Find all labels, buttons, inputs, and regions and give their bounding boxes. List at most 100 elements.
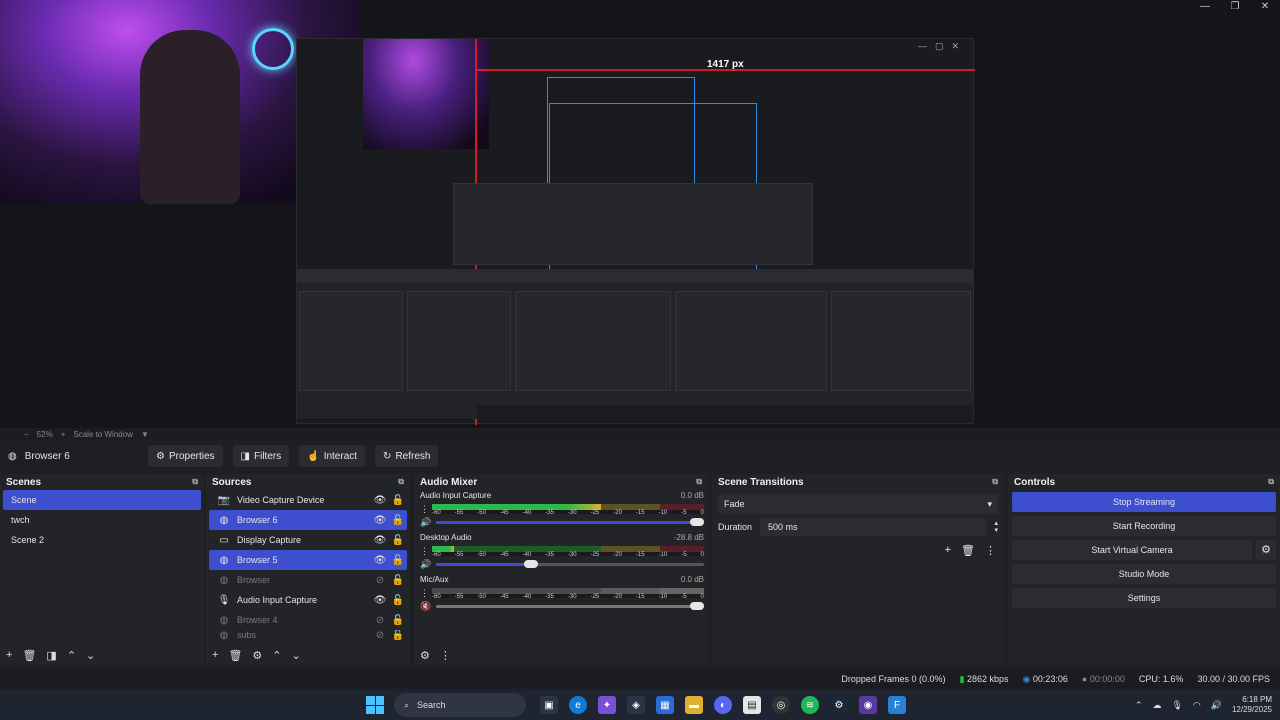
volume-slider[interactable]: [436, 517, 704, 526]
source-item[interactable]: ▭ Display Capture 👁 🔓: [209, 530, 407, 550]
stop-streaming-button[interactable]: Stop Streaming: [1012, 492, 1276, 512]
eye-hidden-icon[interactable]: ⊘: [371, 575, 389, 586]
scene-item[interactable]: Scene: [3, 490, 201, 510]
source-item[interactable]: ◍ Browser 5 👁 🔓: [209, 550, 407, 570]
trash-icon[interactable]: 🗑: [228, 649, 242, 662]
minimize-button[interactable]: —: [1190, 0, 1220, 14]
chevron-up-icon[interactable]: ⌃: [272, 649, 281, 662]
gear-icon[interactable]: ⚙: [1256, 540, 1276, 560]
steam-icon[interactable]: ⚙: [830, 696, 848, 714]
muted-speaker-icon[interactable]: 🔇: [420, 601, 431, 612]
transition-select[interactable]: Fade ▾: [718, 494, 998, 514]
source-item[interactable]: 📷 Video Capture Device 👁 🔓: [209, 490, 407, 510]
spinner-icon[interactable]: ▴ ▾: [994, 520, 998, 534]
scene-item[interactable]: twch: [3, 510, 201, 530]
lock-icon[interactable]: 🔓: [389, 615, 407, 626]
lock-icon[interactable]: 🔓: [389, 575, 407, 586]
filter-icon[interactable]: ◨: [46, 649, 56, 662]
interact-button[interactable]: ☝ Interact: [299, 445, 366, 467]
undock-icon[interactable]: ⧉: [696, 477, 702, 487]
undock-icon[interactable]: ⧉: [398, 477, 404, 487]
windows-start-icon[interactable]: [366, 696, 384, 714]
eye-hidden-icon[interactable]: ⊘: [371, 630, 389, 640]
zoom-dropdown-icon[interactable]: ▼: [141, 430, 149, 439]
kebab-icon[interactable]: ⋮: [985, 544, 996, 557]
lock-icon[interactable]: 🔓: [389, 595, 407, 606]
chevron-up-icon[interactable]: ⌃: [67, 649, 76, 662]
eye-hidden-icon[interactable]: ⊘: [371, 615, 389, 626]
add-icon[interactable]: +: [6, 649, 12, 662]
refresh-button[interactable]: ↻ Refresh: [375, 445, 439, 467]
trash-icon[interactable]: 🗑: [961, 544, 975, 557]
undock-icon[interactable]: ⧉: [192, 477, 198, 487]
cloud-icon[interactable]: ☁: [1152, 700, 1161, 711]
kebab-icon[interactable]: ⋮: [420, 588, 429, 599]
duration-input[interactable]: 500 ms: [760, 518, 987, 536]
undock-icon[interactable]: ⧉: [1268, 477, 1274, 487]
properties-button[interactable]: ⚙ Properties: [148, 445, 223, 467]
lock-icon[interactable]: 🔓: [389, 555, 407, 566]
slider-handle[interactable]: [690, 601, 704, 610]
eye-icon[interactable]: 👁: [371, 595, 389, 606]
store-icon[interactable]: ▦: [656, 696, 674, 714]
edge-icon[interactable]: e: [569, 696, 587, 714]
studio-mode-button[interactable]: Studio Mode: [1012, 564, 1276, 584]
task-view-icon[interactable]: ▣: [540, 696, 558, 714]
app-icon[interactable]: ◉: [859, 696, 877, 714]
eye-icon[interactable]: 👁: [371, 495, 389, 506]
eye-icon[interactable]: 👁: [371, 555, 389, 566]
notepad-icon[interactable]: ▤: [743, 696, 761, 714]
lock-icon[interactable]: 🔓: [389, 515, 407, 526]
slider-handle[interactable]: [523, 559, 538, 568]
zoom-mode[interactable]: Scale to Window: [73, 430, 133, 439]
source-item[interactable]: 🎙 Audio Input Capture 👁 🔓: [209, 590, 407, 610]
start-virtual-camera-button[interactable]: Start Virtual Camera: [1012, 540, 1252, 560]
gear-icon[interactable]: ⚙: [252, 649, 262, 662]
source-item[interactable]: ◍ subs ⊘ 🔓: [209, 630, 407, 640]
clock[interactable]: 6:18 PM 12/29/2025: [1232, 695, 1272, 715]
volume-slider[interactable]: [436, 601, 704, 610]
zoom-out-icon[interactable]: −: [24, 430, 29, 439]
undock-icon[interactable]: ⧉: [992, 477, 998, 487]
chatgpt-icon[interactable]: ◈: [627, 696, 645, 714]
volume-icon[interactable]: 🔊: [1211, 700, 1222, 711]
trash-icon[interactable]: 🗑: [22, 649, 36, 662]
kebab-icon[interactable]: ⋮: [420, 504, 429, 515]
folder-icon[interactable]: ▬: [685, 696, 703, 714]
scene-item[interactable]: Scene 2: [3, 530, 201, 550]
slider-handle[interactable]: [690, 517, 704, 526]
wifi-icon[interactable]: ◠: [1193, 700, 1201, 711]
add-icon[interactable]: +: [945, 544, 951, 557]
start-recording-button[interactable]: Start Recording: [1012, 516, 1276, 536]
eye-icon[interactable]: 👁: [371, 535, 389, 546]
add-icon[interactable]: +: [212, 649, 218, 662]
copilot-icon[interactable]: ✦: [598, 696, 616, 714]
app-icon[interactable]: F: [888, 696, 906, 714]
speaker-icon[interactable]: 🔊: [420, 559, 431, 570]
lock-icon[interactable]: 🔓: [389, 495, 407, 506]
discord-icon[interactable]: ◐: [714, 696, 732, 714]
gear-icon[interactable]: ⚙: [420, 649, 430, 662]
settings-button[interactable]: Settings: [1012, 588, 1276, 608]
volume-slider[interactable]: [436, 559, 704, 568]
microphone-icon[interactable]: 🎙: [1171, 700, 1182, 711]
source-item[interactable]: ◍ Browser 6 👁 🔓: [209, 510, 407, 530]
eye-icon[interactable]: 👁: [371, 515, 389, 526]
source-item[interactable]: ◍ Browser 4 ⊘ 🔓: [209, 610, 407, 630]
source-item[interactable]: ◍ Browser ⊘ 🔓: [209, 570, 407, 590]
kebab-icon[interactable]: ⋮: [420, 546, 429, 557]
maximize-button[interactable]: ❐: [1220, 0, 1250, 14]
chevron-down-icon[interactable]: ⌄: [292, 649, 301, 662]
speaker-icon[interactable]: 🔊: [420, 517, 431, 528]
obs-icon[interactable]: ◎: [772, 696, 790, 714]
chevron-down-icon[interactable]: ⌄: [86, 649, 95, 662]
spotify-icon[interactable]: ≋: [801, 696, 819, 714]
program-preview[interactable]: —▢✕ 1417 px: [0, 0, 1280, 428]
close-button[interactable]: ✕: [1250, 0, 1280, 14]
filters-button[interactable]: ◨ Filters: [232, 445, 290, 467]
kebab-icon[interactable]: ⋮: [440, 649, 451, 662]
lock-icon[interactable]: 🔓: [389, 535, 407, 546]
taskbar-search[interactable]: ⌕ Search: [394, 693, 526, 717]
lock-icon[interactable]: 🔓: [389, 630, 407, 640]
zoom-in-icon[interactable]: +: [61, 430, 66, 439]
